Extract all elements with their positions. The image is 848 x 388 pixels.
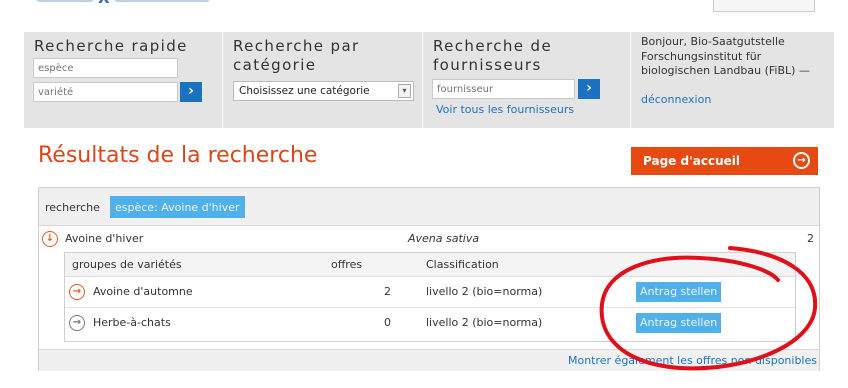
supplier-input[interactable]	[432, 79, 575, 99]
column-header-offers: offres	[331, 258, 363, 271]
quick-search-title: Recherche rapide	[34, 37, 188, 55]
variety-groups-table: groupes de variétés offres Classificatio…	[64, 252, 796, 342]
user-greeting: Bonjour, Bio-Saatgutstelle Forschungsins…	[641, 35, 810, 77]
category-title-line1: Recherche par	[233, 37, 360, 55]
search-criteria-bar: recherche espèce: Avoine d'hiver	[39, 188, 819, 226]
category-search-section: Recherche par catégorie Choisissez une c…	[223, 32, 423, 128]
classification-link[interactable]: livello 2 (bio=norma)	[426, 285, 542, 299]
table-header: groupes de variétés offres Classificatio…	[65, 253, 795, 277]
chevron-right-icon: ›	[586, 80, 592, 96]
variety-group-name: Avoine d'automne	[93, 285, 193, 298]
classification-link[interactable]: livello 2 (bio=norma)	[426, 316, 542, 330]
home-button[interactable]: Page d'accueil →	[631, 147, 818, 175]
column-header-groups: groupes de variétés	[72, 258, 182, 271]
search-tag[interactable]: espèce: Avoine d'hiver	[110, 196, 245, 218]
species-name: Avoine d'hiver	[65, 232, 144, 245]
quick-search-section: Recherche rapide ›	[24, 32, 202, 128]
table-row[interactable]: → Avoine d'automne 2 livello 2 (bio=norm…	[65, 277, 795, 308]
top-strip: X	[0, 0, 848, 14]
submit-request-button[interactable]: Antrag stellen	[636, 313, 722, 333]
show-unavailable-link[interactable]: Montrer également les offres non disponi…	[568, 354, 817, 367]
arrow-right-icon: →	[793, 152, 810, 169]
table-row[interactable]: → Herbe-à-chats 0 livello 2 (bio=norma) …	[65, 308, 795, 339]
species-count: 2	[807, 232, 814, 245]
chevron-down-icon: ▾	[398, 84, 411, 98]
supplier-search-button[interactable]: ›	[578, 79, 600, 99]
species-input[interactable]	[33, 58, 178, 78]
chevron-right-icon: ›	[188, 83, 194, 99]
category-select-value: Choisissez une catégorie	[239, 85, 370, 97]
category-select[interactable]: Choisissez une catégorie ▾	[233, 81, 414, 101]
results-footer: Montrer également les offres non disponi…	[39, 349, 819, 371]
search-label: recherche	[45, 201, 100, 214]
all-suppliers-link[interactable]: Voir tous les fournisseurs	[436, 103, 574, 116]
category-title-line2: catégorie	[233, 56, 317, 74]
species-latin-name: Avena sativa	[408, 232, 480, 245]
expand-arrow-icon[interactable]: ↓	[42, 231, 58, 247]
submit-request-button[interactable]: Antrag stellen	[636, 282, 722, 302]
arrow-right-circle-icon[interactable]: →	[69, 315, 85, 331]
logout-link[interactable]: déconnexion	[641, 93, 711, 106]
variety-group-name: Herbe-à-chats	[93, 316, 171, 329]
offer-count: 2	[384, 285, 391, 298]
site-logo[interactable]: X	[36, 0, 226, 6]
arrow-right-circle-icon[interactable]: →	[69, 284, 85, 300]
top-right-button[interactable]	[713, 0, 815, 12]
species-row[interactable]: ↓ Avoine d'hiver Avena sativa 2	[39, 226, 819, 250]
offer-count: 0	[384, 316, 391, 329]
user-section: Bonjour, Bio-Saatgutstelle Forschungsins…	[631, 32, 834, 128]
home-button-label: Page d'accueil	[643, 154, 740, 168]
results-title: Résultats de la recherche	[38, 143, 318, 168]
quick-search-button[interactable]: ›	[180, 82, 202, 102]
supplier-search-section: Recherche de fournisseurs › Voir tous le…	[423, 32, 631, 128]
supplier-title-line1: Recherche de	[433, 37, 553, 55]
supplier-title-line2: fournisseurs	[433, 56, 542, 74]
column-header-classification: Classification	[426, 258, 499, 271]
variety-input[interactable]	[33, 82, 178, 102]
results-panel: recherche espèce: Avoine d'hiver ↓ Avoin…	[38, 187, 820, 371]
search-header: Recherche rapide › Recherche par catégor…	[24, 32, 834, 128]
